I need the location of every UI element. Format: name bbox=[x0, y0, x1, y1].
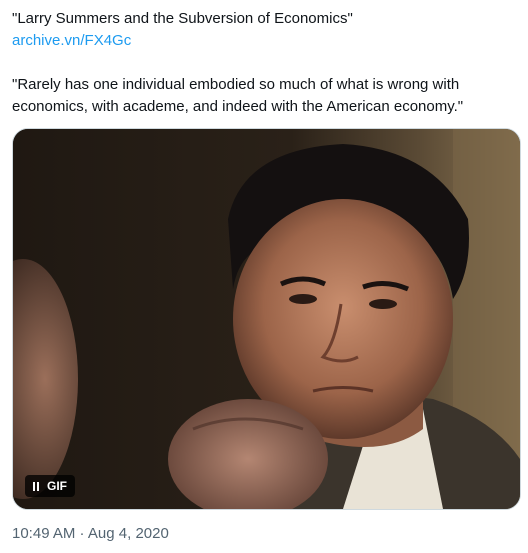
tweet-text-title-line: "Larry Summers and the Subversion of Eco… bbox=[12, 10, 353, 27]
gif-frame-image bbox=[13, 129, 520, 509]
archive-link[interactable]: archive.vn/FX4Gc bbox=[12, 31, 131, 51]
pause-icon bbox=[33, 481, 41, 491]
gif-media[interactable]: GIF bbox=[12, 128, 521, 510]
tweet-timestamp: 10:49 AM · Aug 4, 2020 bbox=[12, 524, 169, 544]
tweet-time[interactable]: 10:49 AM bbox=[12, 525, 75, 542]
gif-badge[interactable]: GIF bbox=[25, 475, 75, 497]
tweet-text-line-1: "Rarely has one individual embodied so m… bbox=[12, 76, 460, 93]
tweet-date[interactable]: Aug 4, 2020 bbox=[88, 525, 169, 542]
gif-badge-label: GIF bbox=[47, 479, 67, 493]
timestamp-separator: · bbox=[75, 525, 88, 542]
tweet-text-line-2: economics, with academe, and indeed with… bbox=[12, 98, 464, 115]
